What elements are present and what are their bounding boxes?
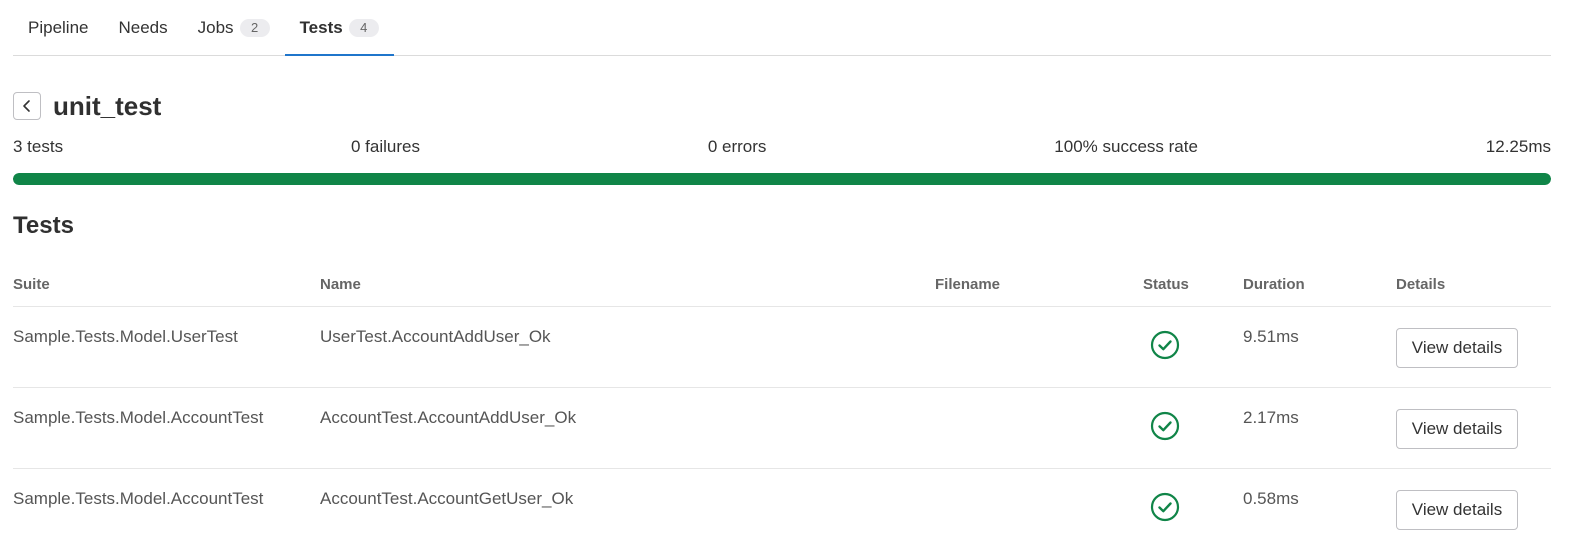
success-progress-fill xyxy=(13,173,1551,185)
name-cell: AccountTest.AccountAddUser_Ok xyxy=(320,387,935,469)
check-circle-icon xyxy=(1150,330,1180,359)
table-row: Sample.Tests.Model.UserTest UserTest.Acc… xyxy=(13,306,1551,388)
tests-table: Suite Name Filename Status Duration Deta… xyxy=(13,262,1551,549)
summary-tests: 3 tests xyxy=(13,137,64,156)
section-title: Tests xyxy=(13,212,74,239)
filename-text xyxy=(935,307,1143,327)
tab-pipeline[interactable]: Pipeline xyxy=(13,0,104,55)
table-header-row: Suite Name Filename Status Duration Deta… xyxy=(13,262,1551,307)
summary-failures: 0 failures xyxy=(350,137,420,156)
suite-cell: Sample.Tests.Model.UserTest xyxy=(13,306,320,388)
view-details-button[interactable]: View details xyxy=(1396,490,1518,530)
filename-text xyxy=(935,388,1143,408)
table-row: Sample.Tests.Model.AccountTest AccountTe… xyxy=(13,469,1551,550)
name-cell: AccountTest.AccountGetUser_Ok xyxy=(320,469,935,550)
filename-cell xyxy=(935,469,1143,550)
tab-tests[interactable]: Tests 4 xyxy=(284,0,394,56)
details-cell: View details xyxy=(1396,387,1551,469)
success-progress-bar xyxy=(13,173,1551,185)
filename-text xyxy=(935,469,1143,489)
tab-jobs[interactable]: Jobs 2 xyxy=(183,0,285,55)
check-circle-icon xyxy=(1150,411,1180,440)
column-header-filename: Filename xyxy=(935,262,1143,307)
view-details-button[interactable]: View details xyxy=(1396,328,1518,368)
suite-cell: Sample.Tests.Model.AccountTest xyxy=(13,387,320,469)
tab-count-badge: 4 xyxy=(348,18,379,37)
duration-cell: 0.58ms xyxy=(1243,469,1396,550)
name-text: AccountTest.AccountGetUser_Ok xyxy=(320,489,574,508)
title-row: unit_test xyxy=(13,90,1551,122)
chevron-left-icon xyxy=(23,100,30,112)
summary-errors: 0 errors xyxy=(707,137,767,156)
pipeline-tabs: Pipeline Needs Jobs 2 Tests 4 xyxy=(13,0,1551,56)
name-cell: UserTest.AccountAddUser_Ok xyxy=(320,306,935,388)
details-cell: View details xyxy=(1396,306,1551,388)
name-text: AccountTest.AccountAddUser_Ok xyxy=(320,408,577,427)
duration-text: 0.58ms xyxy=(1243,489,1299,508)
back-button[interactable] xyxy=(13,92,41,120)
tab-label: Pipeline xyxy=(28,17,89,37)
column-header-duration: Duration xyxy=(1243,262,1396,307)
status-cell xyxy=(1143,306,1243,388)
suite-text: Sample.Tests.Model.UserTest xyxy=(13,327,238,346)
suite-text: Sample.Tests.Model.AccountTest xyxy=(13,489,264,508)
table-row: Sample.Tests.Model.AccountTest AccountTe… xyxy=(13,387,1551,469)
details-cell: View details xyxy=(1396,469,1551,550)
suite-cell: Sample.Tests.Model.AccountTest xyxy=(13,469,320,550)
test-summary: 3 tests 0 failures 0 errors 100% success… xyxy=(13,136,1551,158)
filename-cell xyxy=(935,306,1143,388)
tab-needs[interactable]: Needs xyxy=(104,0,183,55)
duration-cell: 2.17ms xyxy=(1243,387,1396,469)
view-details-button[interactable]: View details xyxy=(1396,409,1518,449)
duration-text: 2.17ms xyxy=(1243,408,1299,427)
tab-label: Jobs xyxy=(197,17,234,37)
status-cell xyxy=(1143,469,1243,550)
test-report-page: Pipeline Needs Jobs 2 Tests 4 unit_test … xyxy=(0,0,1569,552)
summary-duration: 12.25ms xyxy=(1485,137,1551,156)
duration-text: 9.51ms xyxy=(1243,327,1299,346)
filename-cell xyxy=(935,387,1143,469)
status-cell xyxy=(1143,387,1243,469)
tab-label: Tests xyxy=(299,17,343,37)
summary-success-rate: 100% success rate xyxy=(1054,137,1198,156)
check-circle-icon xyxy=(1150,492,1180,521)
column-header-name: Name xyxy=(320,262,935,307)
column-header-details: Details xyxy=(1396,262,1551,307)
column-header-status: Status xyxy=(1143,262,1243,307)
column-header-suite: Suite xyxy=(13,262,320,307)
tab-count-badge: 2 xyxy=(239,18,270,37)
tab-label: Needs xyxy=(118,17,168,37)
name-text: UserTest.AccountAddUser_Ok xyxy=(320,327,551,346)
duration-cell: 9.51ms xyxy=(1243,306,1396,388)
suite-text: Sample.Tests.Model.AccountTest xyxy=(13,408,264,427)
page-title: unit_test xyxy=(53,90,162,121)
